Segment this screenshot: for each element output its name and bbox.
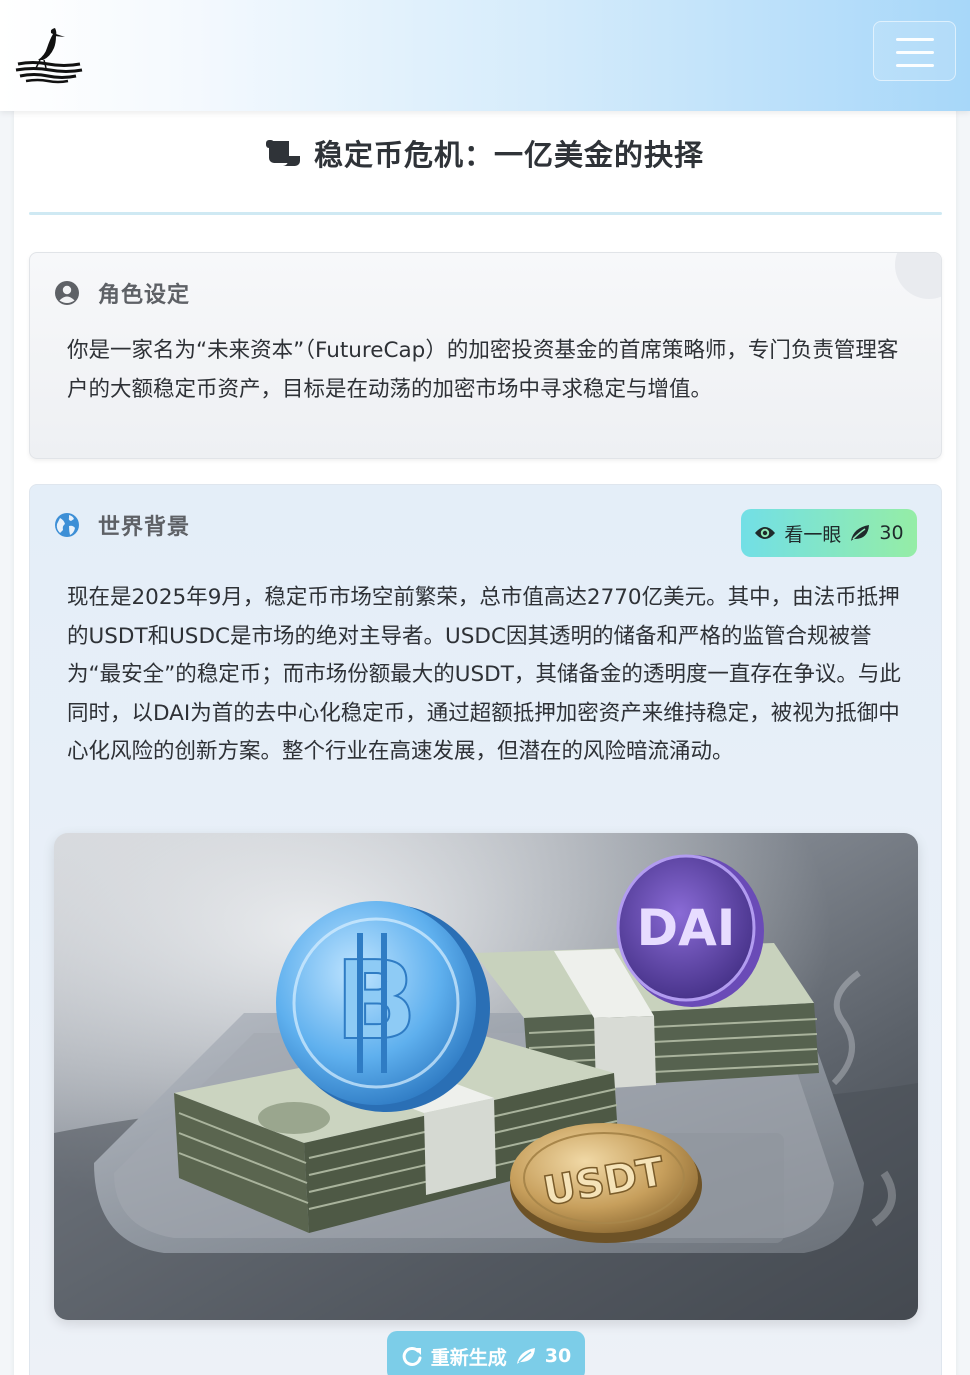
menu-line <box>896 51 934 54</box>
world-section: 世界背景 看一眼 30 现在是2025年9月，稳定币市场空前繁荣，总市值高达27… <box>29 484 942 1375</box>
leaf-icon <box>851 525 870 541</box>
user-circle-icon <box>55 281 79 305</box>
title-row: 稳定币危机：一亿美金的抉择 <box>14 128 956 178</box>
role-heading: 角色设定 <box>98 283 191 308</box>
corner-decoration <box>895 253 941 299</box>
page-title: 稳定币危机：一亿美金的抉择 <box>313 138 704 172</box>
scroll-icon <box>265 140 300 166</box>
world-illustration: B DAI USDT <box>54 833 918 1320</box>
svg-text:B: B <box>335 939 417 1064</box>
role-header: 角色设定 <box>54 277 190 309</box>
menu-line <box>896 64 934 67</box>
role-description: 你是一家名为“未来资本”（FutureCap）的加密投资基金的首席策略师，专门负… <box>67 338 899 402</box>
top-nav-bar <box>0 0 970 111</box>
peek-button-label: 看一眼 <box>784 523 842 546</box>
eye-icon <box>755 527 776 539</box>
dai-coin-label: DAI <box>637 899 736 957</box>
role-section: 角色设定 你是一家名为“未来资本”（FutureCap）的加密投资基金的首席策略… <box>29 252 942 459</box>
leaf-icon <box>516 1348 535 1364</box>
peek-button[interactable]: 看一眼 30 <box>741 509 917 557</box>
world-header: 世界背景 <box>54 509 190 541</box>
world-heading: 世界背景 <box>98 515 191 540</box>
heron-logo-icon[interactable] <box>12 24 86 86</box>
world-description: 现在是2025年9月，稳定币市场空前繁荣，总市值高达2770亿美元。其中，由法币… <box>67 585 901 764</box>
regenerate-cost: 30 <box>544 1345 572 1367</box>
redo-icon <box>402 1346 422 1366</box>
title-divider <box>29 212 942 215</box>
globe-icon <box>55 513 79 537</box>
hamburger-menu-button[interactable] <box>873 21 956 81</box>
menu-line <box>896 38 934 41</box>
peek-cost: 30 <box>879 522 904 544</box>
regenerate-button[interactable]: 重新生成 30 <box>387 1331 585 1375</box>
regenerate-label: 重新生成 <box>430 1346 507 1369</box>
